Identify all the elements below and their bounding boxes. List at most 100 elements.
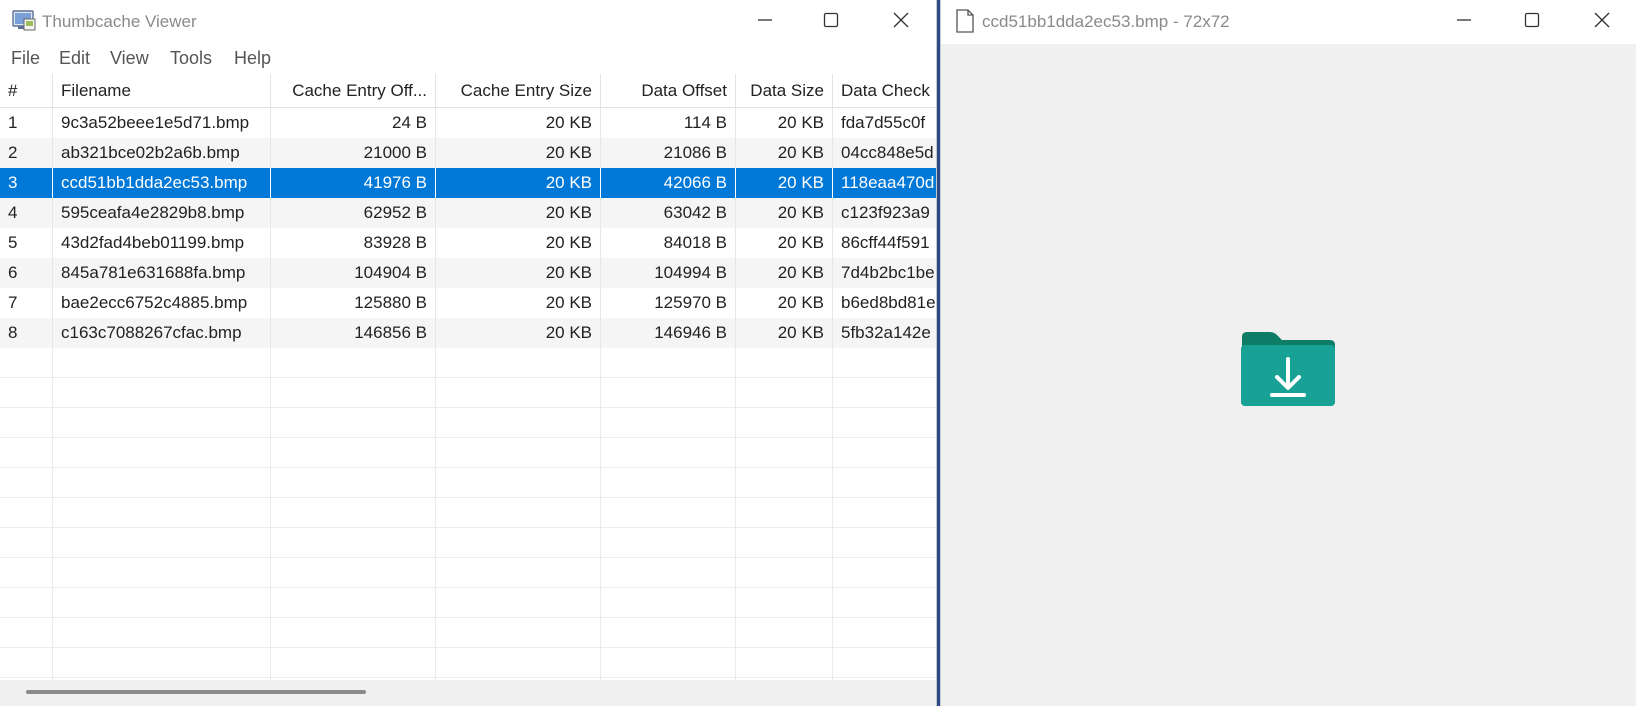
grid-line — [0, 378, 936, 408]
table-row[interactable]: 7 bae2ecc6752c4885.bmp 125880 B 20 KB 125970… — [0, 288, 936, 318]
grid-line — [0, 558, 936, 588]
grid-line — [0, 648, 936, 678]
col-filename-header[interactable]: Filename — [53, 74, 271, 108]
minimize-icon — [758, 19, 772, 21]
col-cache-entry-offset-cell: 125880 B — [271, 288, 436, 318]
maximize-icon — [823, 12, 839, 28]
menu-file[interactable]: File — [11, 48, 40, 69]
col-data-size-header[interactable]: Data Size — [736, 74, 833, 108]
col-filename-cell: ccd51bb1dda2ec53.bmp — [53, 168, 271, 198]
col-filename-cell: c163c7088267cfac.bmp — [53, 318, 271, 348]
menu-help[interactable]: Help — [234, 48, 271, 69]
main-titlebar[interactable]: Thumbcache Viewer — [0, 0, 936, 44]
table-row[interactable]: 8 c163c7088267cfac.bmp 146856 B 20 KB 146946… — [0, 318, 936, 348]
col-number-cell: 8 — [0, 318, 53, 348]
col-data-size-cell: 20 KB — [736, 198, 833, 228]
close-button[interactable] — [866, 0, 936, 40]
col-data-offset-cell: 42066 B — [601, 168, 736, 198]
col-cache-entry-size-cell: 20 KB — [436, 108, 601, 138]
menu-tools[interactable]: Tools — [170, 48, 212, 69]
col-filename-cell: bae2ecc6752c4885.bmp — [53, 288, 271, 318]
table-row[interactable]: 2 ab321bce02b2a6b.bmp 21000 B 20 KB 21086 B2… — [0, 138, 936, 168]
col-data-checksum-header[interactable]: Data Check — [833, 74, 936, 108]
col-data-offset-cell: 146946 B — [601, 318, 736, 348]
grid-line — [0, 438, 936, 468]
col-data-checksum-cell: b6ed8bd81e — [833, 288, 936, 318]
preview-canvas — [941, 44, 1636, 706]
horizontal-scrollbar[interactable] — [0, 680, 936, 706]
col-data-size-cell: 20 KB — [736, 108, 833, 138]
minimize-icon — [1457, 19, 1471, 21]
col-cache-entry-offset-cell: 104904 B — [271, 258, 436, 288]
col-number-header[interactable]: # — [0, 74, 53, 108]
table-row[interactable]: 1 9c3a52beee1e5d71.bmp 24 B 20 KB 114 B 20 KB… — [0, 108, 936, 138]
preview-window: ccd51bb1dda2ec53.bmp - 72x72 — [940, 0, 1636, 706]
minimize-button[interactable] — [730, 0, 800, 40]
menu-edit[interactable]: Edit — [59, 48, 90, 69]
col-cache-entry-offset-cell: 24 B — [271, 108, 436, 138]
col-data-offset-cell: 63042 B — [601, 198, 736, 228]
close-icon — [893, 12, 909, 28]
grid-line — [0, 528, 936, 558]
preview-close-button[interactable] — [1567, 0, 1636, 40]
col-cache-entry-size-cell: 20 KB — [436, 198, 601, 228]
preview-title: ccd51bb1dda2ec53.bmp - 72x72 — [982, 12, 1230, 31]
col-number-cell: 3 — [0, 168, 53, 198]
col-cache-entry-size-cell: 20 KB — [436, 168, 601, 198]
col-filename-cell: ab321bce02b2a6b.bmp — [53, 138, 271, 168]
col-filename-cell: 845a781e631688fa.bmp — [53, 258, 271, 288]
col-cache-entry-offset-cell: 62952 B — [271, 198, 436, 228]
col-cache-entry-offset-cell: 83928 B — [271, 228, 436, 258]
col-number-cell: 4 — [0, 198, 53, 228]
col-data-checksum-cell: 04cc848e5d — [833, 138, 936, 168]
col-data-size-cell: 20 KB — [736, 228, 833, 258]
col-data-size-cell: 20 KB — [736, 318, 833, 348]
col-data-checksum-cell: fda7d55c0f — [833, 108, 936, 138]
table-row[interactable]: 6 845a781e631688fa.bmp 104904 B 20 KB 104994… — [0, 258, 936, 288]
maximize-button[interactable] — [796, 0, 866, 40]
col-cache-entry-size-cell: 20 KB — [436, 318, 601, 348]
col-data-checksum-cell: 118eaa470d — [833, 168, 936, 198]
col-data-offset-cell: 21086 B — [601, 138, 736, 168]
col-cache-entry-size-cell: 20 KB — [436, 138, 601, 168]
col-data-offset-cell: 104994 B — [601, 258, 736, 288]
col-cache-entry-offset-cell: 146856 B — [271, 318, 436, 348]
menu-view[interactable]: View — [110, 48, 149, 69]
col-number-cell: 1 — [0, 108, 53, 138]
folder-download-icon — [1241, 332, 1335, 406]
table-row[interactable]: 5 43d2fad4beb01199.bmp 83928 B 20 KB 84018 B… — [0, 228, 936, 258]
col-cache-entry-offset-cell: 41976 B — [271, 168, 436, 198]
col-cache-entry-offset-header[interactable]: Cache Entry Off... — [271, 74, 436, 108]
col-filename-cell: 9c3a52beee1e5d71.bmp — [53, 108, 271, 138]
col-number-cell: 6 — [0, 258, 53, 288]
preview-minimize-button[interactable] — [1429, 0, 1499, 40]
table-row[interactable]: 3 ccd51bb1dda2ec53.bmp 41976 B 20 KB 42066 B… — [0, 168, 936, 198]
col-data-offset-cell: 125970 B — [601, 288, 736, 318]
col-data-size-cell: 20 KB — [736, 258, 833, 288]
grid-line — [0, 588, 936, 618]
col-data-offset-header[interactable]: Data Offset — [601, 74, 736, 108]
list-header: # Filename Cache Entry Off... Cache Entry S… — [0, 74, 936, 108]
grid-line — [0, 618, 936, 648]
col-cache-entry-size-cell: 20 KB — [436, 228, 601, 258]
preview-titlebar[interactable]: ccd51bb1dda2ec53.bmp - 72x72 — [941, 0, 1636, 44]
col-data-checksum-cell: 5fb32a142e — [833, 318, 936, 348]
col-data-checksum-cell: 86cff44f591 — [833, 228, 936, 258]
col-cache-entry-size-header[interactable]: Cache Entry Size — [436, 74, 601, 108]
col-data-offset-cell: 114 B — [601, 108, 736, 138]
col-filename-cell: 595ceafa4e2829b8.bmp — [53, 198, 271, 228]
col-number-cell: 5 — [0, 228, 53, 258]
maximize-icon — [1524, 12, 1540, 28]
col-data-size-cell: 20 KB — [736, 168, 833, 198]
col-data-size-cell: 20 KB — [736, 138, 833, 168]
table-row[interactable]: 4 595ceafa4e2829b8.bmp 62952 B 20 KB 63042 B… — [0, 198, 936, 228]
col-data-offset-cell: 84018 B — [601, 228, 736, 258]
grid-line — [0, 498, 936, 528]
scrollbar-thumb[interactable] — [26, 690, 366, 694]
thumbnail-list[interactable]: # Filename Cache Entry Off... Cache Entry S… — [0, 74, 936, 680]
menu-bar: File Edit View Tools Help — [0, 44, 936, 74]
close-icon — [1594, 12, 1610, 28]
preview-maximize-button[interactable] — [1497, 0, 1567, 40]
col-cache-entry-size-cell: 20 KB — [436, 258, 601, 288]
col-number-cell: 2 — [0, 138, 53, 168]
